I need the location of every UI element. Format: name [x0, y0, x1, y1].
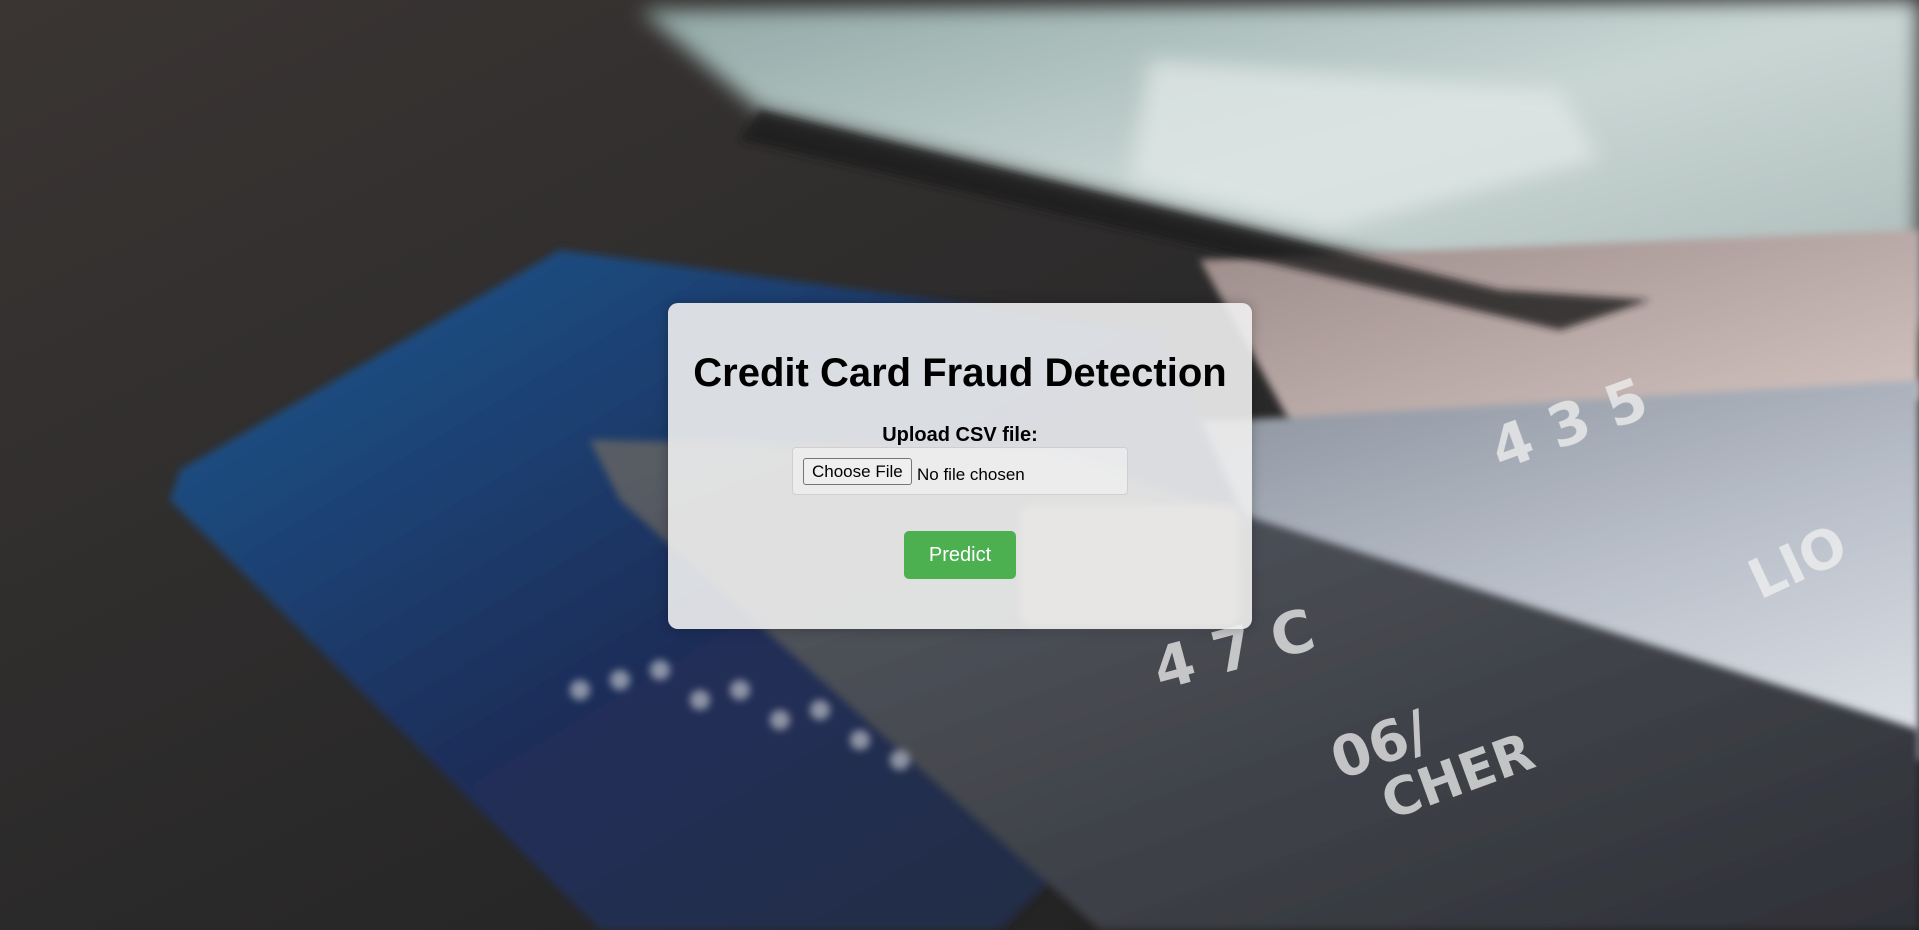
page-title: Credit Card Fraud Detection: [693, 351, 1227, 395]
choose-file-button[interactable]: Choose File: [803, 458, 912, 485]
upload-panel: Credit Card Fraud Detection Upload CSV f…: [668, 303, 1252, 629]
file-input[interactable]: Choose File No file chosen: [792, 447, 1128, 495]
predict-button[interactable]: Predict: [904, 531, 1016, 579]
upload-csv-label: Upload CSV file:: [882, 424, 1038, 446]
file-status-text: No file chosen: [917, 465, 1025, 484]
